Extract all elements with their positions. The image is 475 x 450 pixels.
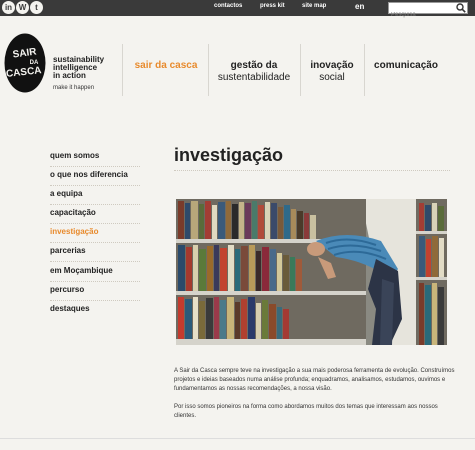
sidebar-divider [50,204,140,205]
footer-divider [0,438,475,439]
press-kit-link[interactable]: press kit [260,3,285,9]
linkedin-icon[interactable]: in [2,1,15,14]
sidebar-divider [50,242,140,243]
content-paragraph-2: Por isso somos pioneiros na forma como a… [174,404,438,419]
sair-da-casca-logo[interactable]: SAIR DA CASCA [4,33,46,93]
sidebar-item-destaques[interactable]: destaques [50,304,140,313]
nav-comunicacao[interactable]: comunicação [368,60,444,72]
nav-separator [300,44,301,96]
nav-separator [122,44,123,96]
bookshelf-right [416,199,447,345]
nav-label: sair da casca [134,60,198,71]
sidebar-item-quem-somos[interactable]: quem somos [50,151,140,160]
search-icon[interactable] [456,3,466,13]
nav-label: gestão da [230,60,278,71]
nav-separator [208,44,209,96]
sidebar-item-investigacao[interactable]: investigação [50,227,140,236]
sidebar-item-em-mocambique[interactable]: em Moçambique [50,266,140,275]
sidebar-item-parcerias[interactable]: parcerias [50,246,140,255]
nav-separator [364,44,365,96]
tagline-sub: make it happen [53,85,95,91]
tagline-line3: in action [53,71,86,80]
nav-label: comunicação [374,60,438,71]
nav-sublabel: sustentabilidade [217,72,291,83]
sidebar-item-a-equipa[interactable]: a equipa [50,189,140,198]
contactos-link[interactable]: contactos [214,3,242,9]
wordpress-icon[interactable]: W [16,1,29,14]
tagline: sustainability intelligence in action [53,56,104,80]
language-switch[interactable]: en [355,2,364,11]
search-input[interactable] [389,10,453,20]
sidebar-divider [50,223,140,224]
nav-label: inovação [310,60,354,71]
search-box [388,2,468,20]
bookshelf-left [176,199,366,345]
sidebar-item-o-que-nos-diferencia[interactable]: o que nos diferencia [50,170,140,179]
sidebar-divider [50,300,140,301]
sidebar-item-percurso[interactable]: percurso [50,285,140,294]
sidebar-divider [50,185,140,186]
sidebar-divider [50,261,140,262]
twitter-icon[interactable]: t [30,1,43,14]
nav-sublabel: social [319,72,345,83]
sidebar-item-capacitacao[interactable]: capacitação [50,208,140,217]
content-paragraph-1: A Sair da Casca sempre teve na investiga… [174,368,455,392]
library-photo [176,199,447,345]
top-bar: in W t contactos press kit site map en [0,0,475,20]
title-divider [174,170,450,171]
nav-sair-da-casca[interactable]: sair da casca [130,60,202,72]
sidebar-divider [50,281,140,282]
page-title: investigação [174,145,284,165]
sidebar-divider [50,166,140,167]
nav-gestao-sustentabilidade[interactable]: gestão da sustentabilidade [212,60,296,84]
nav-inovacao-social[interactable]: inovação social [304,60,360,84]
site-map-link[interactable]: site map [302,3,326,9]
